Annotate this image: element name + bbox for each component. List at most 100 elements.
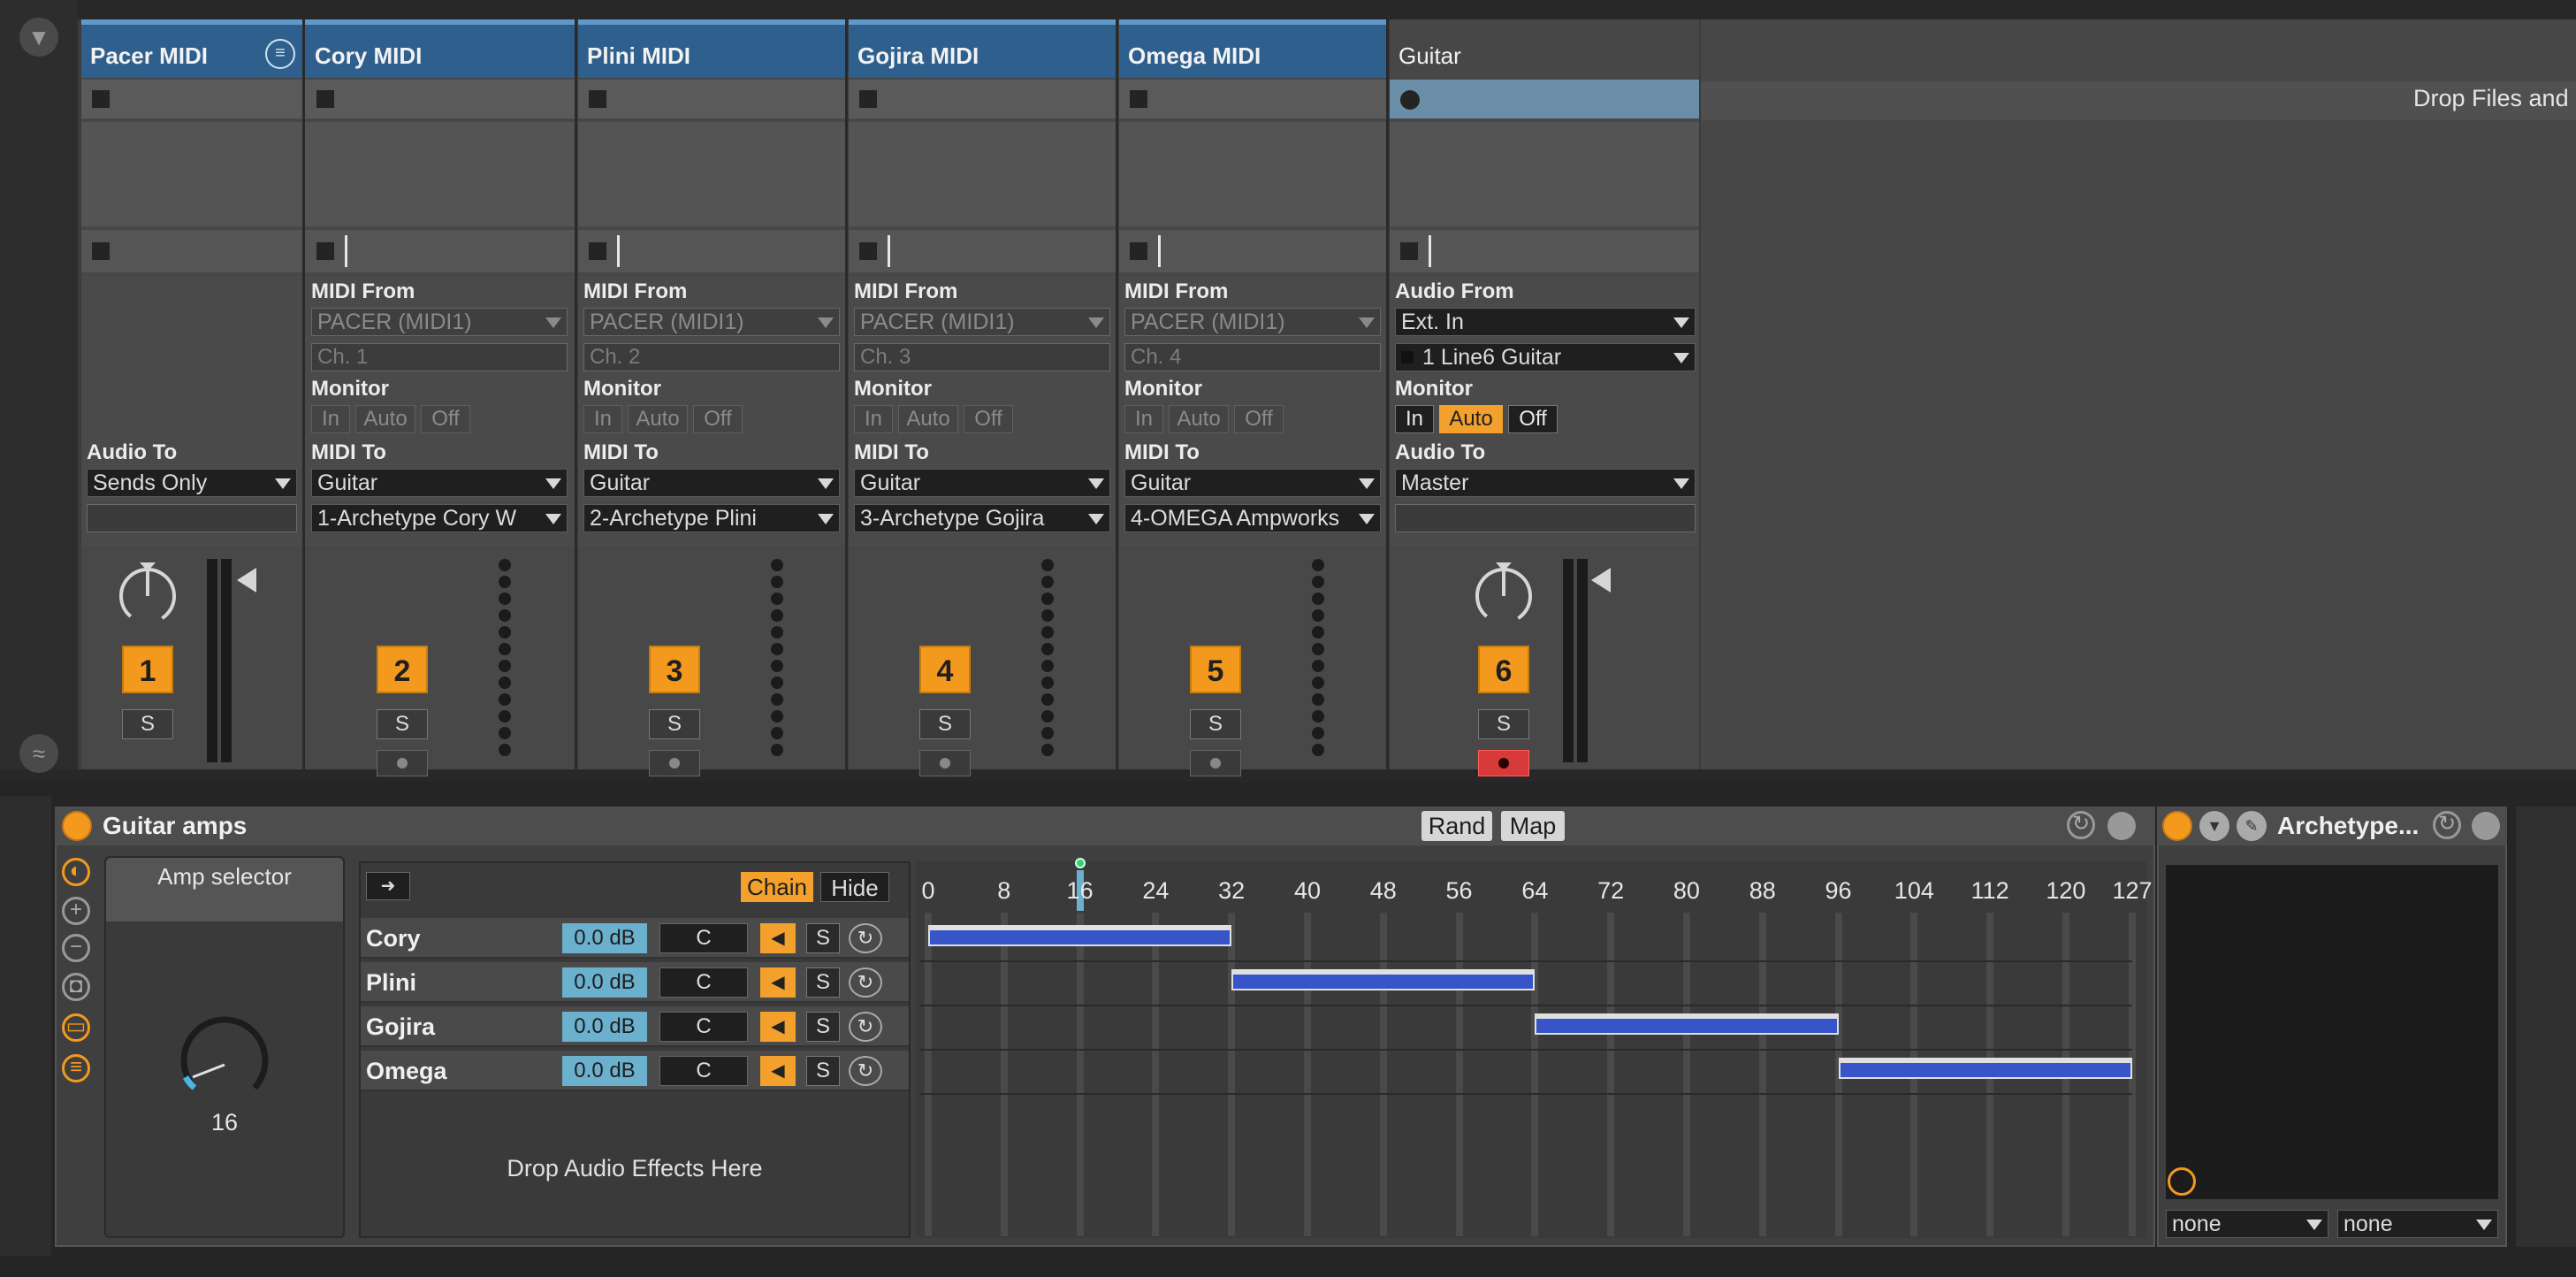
monitor-in-button[interactable]: In bbox=[1124, 405, 1163, 433]
volume-slider-icon[interactable] bbox=[237, 568, 256, 593]
track-guitar[interactable]: Guitar Audio From Ext. In 1 Line6 Guitar… bbox=[1390, 19, 1699, 776]
plugin-param-right-select[interactable]: none bbox=[2337, 1210, 2498, 1238]
stop-button-icon[interactable] bbox=[589, 90, 606, 108]
rack-title-bar[interactable]: Guitar amps Rand Map ↻ bbox=[55, 807, 2155, 845]
plugin-xy-pad[interactable] bbox=[2166, 865, 2498, 1199]
empty-slot[interactable] bbox=[849, 122, 1118, 226]
channel-field[interactable]: Ch. 3 bbox=[854, 343, 1110, 371]
track-activator[interactable]: 4 bbox=[919, 646, 971, 693]
clip-slot[interactable] bbox=[578, 80, 848, 119]
chain-mute-speaker-icon[interactable]: ◀ bbox=[760, 923, 796, 953]
chain-hot-swap-icon[interactable]: ↻ bbox=[849, 967, 882, 998]
midi-to-target-select[interactable]: 4-OMEGA Ampworks bbox=[1124, 504, 1381, 532]
monitor-auto-button[interactable]: Auto bbox=[1439, 405, 1503, 433]
stop-slot[interactable] bbox=[1119, 230, 1389, 272]
midi-from-select[interactable]: PACER (MIDI1) bbox=[311, 308, 568, 336]
refresh-icon[interactable]: ↻ bbox=[2067, 811, 2095, 839]
monitor-auto-button[interactable]: Auto bbox=[898, 405, 958, 433]
rand-button[interactable]: Rand bbox=[1421, 811, 1492, 841]
monitor-in-button[interactable]: In bbox=[583, 405, 622, 433]
monitor-off-button[interactable]: Off bbox=[1234, 405, 1284, 433]
pan-knob[interactable] bbox=[115, 561, 180, 626]
stop-button-icon[interactable] bbox=[1130, 90, 1147, 108]
track-header[interactable]: Guitar bbox=[1390, 19, 1699, 78]
session-drop-area[interactable]: Drop Files and bbox=[1701, 19, 2576, 769]
snapshot-icon[interactable]: ◘ bbox=[62, 973, 90, 1001]
track-cory-midi[interactable]: Cory MIDI MIDI From PACER (MIDI1) Ch. 1 … bbox=[306, 19, 575, 776]
chain-mute-speaker-icon[interactable]: ◀ bbox=[760, 967, 796, 998]
midi-to-select[interactable]: Guitar bbox=[311, 469, 568, 497]
stop-slot[interactable] bbox=[306, 230, 575, 272]
arm-button[interactable] bbox=[919, 750, 971, 776]
arm-button[interactable] bbox=[377, 750, 428, 776]
save-preset-icon[interactable] bbox=[2107, 812, 2136, 840]
remove-macro-icon[interactable]: − bbox=[62, 934, 90, 962]
stop-button-icon[interactable] bbox=[1400, 242, 1418, 260]
track-plini-midi[interactable]: Plini MIDI MIDI From PACER (MIDI1) Ch. 2… bbox=[578, 19, 848, 776]
stop-button-icon[interactable] bbox=[589, 242, 606, 260]
track-activator[interactable]: 5 bbox=[1190, 646, 1241, 693]
monitor-in-button[interactable]: In bbox=[854, 405, 893, 433]
track-activator[interactable]: 1 bbox=[122, 646, 173, 693]
midi-from-select[interactable]: PACER (MIDI1) bbox=[854, 308, 1110, 336]
collapse-icon[interactable]: ▼ bbox=[19, 18, 58, 57]
stop-slot[interactable] bbox=[1390, 230, 1699, 272]
chain-row-omega[interactable]: Omega 0.0 dB C ◀ S ↻ bbox=[361, 1051, 909, 1091]
stop-button-icon[interactable] bbox=[316, 90, 334, 108]
solo-button[interactable]: S bbox=[122, 709, 173, 739]
track-activator[interactable]: 3 bbox=[649, 646, 700, 693]
chain-row-cory[interactable]: Cory 0.0 dB C ◀ S ↻ bbox=[361, 918, 909, 959]
add-macro-icon[interactable]: + bbox=[62, 897, 90, 925]
chain-mute-speaker-icon[interactable]: ◀ bbox=[760, 1012, 796, 1042]
drop-effects-text[interactable]: Drop Audio Effects Here bbox=[361, 1155, 909, 1182]
stop-button-icon[interactable] bbox=[92, 90, 110, 108]
pan-knob[interactable] bbox=[1471, 561, 1536, 626]
chain-solo-button[interactable]: S bbox=[806, 967, 840, 998]
midi-to-target-select[interactable]: 2-Archetype Plini bbox=[583, 504, 840, 532]
track-header[interactable]: Gojira MIDI bbox=[849, 19, 1118, 78]
empty-slot[interactable] bbox=[578, 122, 848, 226]
chain-hot-swap-icon[interactable]: ↻ bbox=[849, 1012, 882, 1042]
plugin-param-left-select[interactable]: none bbox=[2166, 1210, 2328, 1238]
stop-button-icon[interactable] bbox=[859, 242, 877, 260]
macro-toggle-icon[interactable]: ◐ bbox=[62, 858, 90, 886]
plugin-expand-icon[interactable]: ▼ bbox=[2199, 811, 2229, 841]
clip-slot[interactable] bbox=[306, 80, 575, 119]
audio-to-channel[interactable] bbox=[1395, 504, 1696, 532]
track-header[interactable]: Omega MIDI bbox=[1119, 19, 1389, 78]
midi-from-select[interactable]: PACER (MIDI1) bbox=[1124, 308, 1381, 336]
midi-to-select[interactable]: Guitar bbox=[854, 469, 1110, 497]
rack-on-toggle[interactable] bbox=[62, 811, 92, 841]
channel-field[interactable]: Ch. 2 bbox=[583, 343, 840, 371]
stop-slot[interactable] bbox=[849, 230, 1118, 272]
chain-volume[interactable]: 0.0 dB bbox=[562, 1056, 647, 1086]
arm-button[interactable] bbox=[1478, 750, 1529, 776]
track-activator[interactable]: 2 bbox=[377, 646, 428, 693]
track-omega-midi[interactable]: Omega MIDI MIDI From PACER (MIDI1) Ch. 4… bbox=[1119, 19, 1389, 776]
audio-to-channel[interactable] bbox=[87, 504, 297, 532]
group-fold-icon[interactable]: ≡ bbox=[265, 39, 295, 69]
chain-zone-bar[interactable] bbox=[1838, 1058, 2132, 1079]
auto-select-button[interactable]: ➜ bbox=[366, 872, 410, 900]
midi-to-target-select[interactable]: 1-Archetype Cory W bbox=[311, 504, 568, 532]
wrench-icon[interactable]: ✎ bbox=[2237, 811, 2267, 841]
stop-slot[interactable] bbox=[578, 230, 848, 272]
monitor-off-button[interactable]: Off bbox=[964, 405, 1013, 433]
chain-volume[interactable]: 0.0 dB bbox=[562, 967, 647, 998]
midi-to-select[interactable]: Guitar bbox=[1124, 469, 1381, 497]
refresh-icon[interactable]: ↻ bbox=[2433, 811, 2461, 839]
track-header[interactable]: Cory MIDI bbox=[306, 19, 575, 78]
track-gojira-midi[interactable]: Gojira MIDI MIDI From PACER (MIDI1) Ch. … bbox=[849, 19, 1118, 776]
stop-button-icon[interactable] bbox=[859, 90, 877, 108]
wave-icon[interactable]: ≈ bbox=[19, 734, 58, 773]
chain-pan[interactable]: C bbox=[659, 1012, 748, 1042]
map-button[interactable]: Map bbox=[1501, 811, 1565, 841]
stop-button-icon[interactable] bbox=[92, 242, 110, 260]
chain-button[interactable]: Chain bbox=[741, 872, 813, 902]
chain-pan[interactable]: C bbox=[659, 1056, 748, 1086]
empty-slot[interactable] bbox=[1390, 122, 1699, 226]
chain-solo-button[interactable]: S bbox=[806, 923, 840, 953]
input-channel-select[interactable]: 1 Line6 Guitar bbox=[1395, 343, 1696, 371]
chain-solo-button[interactable]: S bbox=[806, 1012, 840, 1042]
clip-slot[interactable] bbox=[849, 80, 1118, 119]
